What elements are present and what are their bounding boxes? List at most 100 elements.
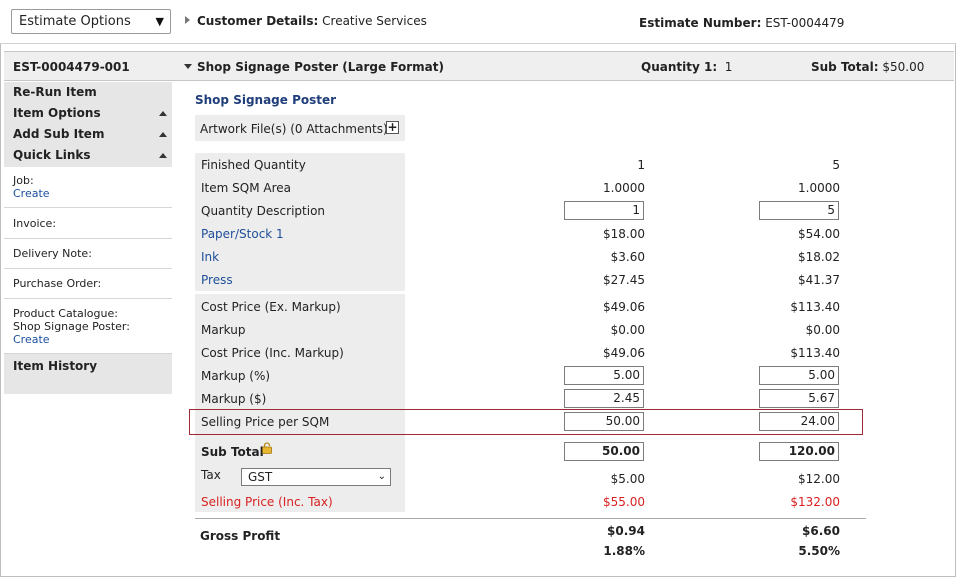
row-label: Tax <box>201 468 221 482</box>
sub-total-input-2[interactable]: 120.00 <box>759 442 839 461</box>
estimate-options-label: Estimate Options <box>19 14 131 29</box>
sidebar-rerun-label: Re-Run Item <box>13 85 97 99</box>
qty1-value: $49.06 <box>603 300 645 314</box>
customer-details[interactable]: Customer Details: Creative Services <box>197 14 427 28</box>
invoice-label: Invoice: <box>13 217 57 230</box>
qty2-value: $41.37 <box>798 273 840 287</box>
row-label: Quantity Description <box>201 204 326 218</box>
row-paper-stock: Paper/Stock 1 $18.00 $54.00 <box>172 222 956 245</box>
customer-details-value: Creative Services <box>322 14 427 28</box>
qty2-value: $132.00 <box>790 495 840 509</box>
qty1-value: $27.45 <box>603 273 645 287</box>
row-label: Markup <box>201 323 246 337</box>
gross-profit-label: Gross Profit <box>200 529 281 543</box>
markup-percent-input-1[interactable]: 5.00 <box>564 366 644 385</box>
item-quantity: Quantity 1: 1 <box>641 60 732 74</box>
item-subtotal: Sub Total: $50.00 <box>811 60 924 74</box>
qty1-value: $18.00 <box>603 227 645 241</box>
section-title: Shop Signage Poster <box>195 93 337 107</box>
row-label: Item SQM Area <box>201 181 291 195</box>
quick-link-job: Job: Create <box>4 167 172 208</box>
estimate-number: Estimate Number: EST-0004479 <box>639 16 844 30</box>
quick-link-product-catalogue: Product Catalogue: Shop Signage Poster: … <box>4 299 172 354</box>
sidebar-quick-links[interactable]: Quick Links <box>4 145 172 167</box>
sidebar-rerun-item[interactable]: Re-Run Item <box>4 82 172 103</box>
gross-profit-amount-2: $6.60 <box>802 524 840 538</box>
qty2-value: $0.00 <box>805 323 840 337</box>
row-label: Sub Total <box>201 445 264 459</box>
row-press: Press $27.45 $41.37 <box>172 268 956 291</box>
row-ink: Ink $3.60 $18.02 <box>172 245 956 268</box>
collapse-up-icon[interactable] <box>159 153 167 158</box>
paper-stock-link[interactable]: Paper/Stock 1 <box>201 227 284 241</box>
highlight-box <box>189 409 863 435</box>
collapse-up-icon[interactable] <box>159 111 167 116</box>
tax-select[interactable]: GST ⌄ <box>241 468 391 486</box>
row-label: Cost Price (Ex. Markup) <box>201 300 341 314</box>
item-header-bar: EST-0004479-001 Shop Signage Poster (Lar… <box>4 51 954 81</box>
row-finished-quantity: Finished Quantity 1 5 <box>172 153 956 176</box>
row-label: Markup (%) <box>201 369 271 383</box>
job-create-link[interactable]: Create <box>13 187 172 200</box>
qty1-value: $3.60 <box>610 250 645 264</box>
item-subtotal-label: Sub Total: <box>811 60 879 74</box>
item-subtotal-value: $50.00 <box>882 60 925 74</box>
job-label: Job: <box>13 174 34 187</box>
quick-link-invoice: Invoice: <box>4 208 172 239</box>
top-bar: Estimate Options ▼ Customer Details: Cre… <box>0 0 956 44</box>
qty1-value: $0.00 <box>610 323 645 337</box>
collapse-up-icon[interactable] <box>159 132 167 137</box>
add-artwork-button[interactable]: + <box>386 121 399 134</box>
sidebar-item-history[interactable]: Item History <box>4 354 172 394</box>
row-label: Finished Quantity <box>201 158 306 172</box>
row-cost-inc-markup: Cost Price (Inc. Markup) $49.06 $113.40 <box>172 341 956 364</box>
qty2-value: $18.02 <box>798 250 840 264</box>
item-quantity-value: 1 <box>724 60 733 74</box>
estimate-number-label: Estimate Number: <box>639 16 762 30</box>
product-create-link[interactable]: Create <box>13 333 172 346</box>
quick-link-delivery-note: Delivery Note: <box>4 239 172 269</box>
quick-link-purchase-order: Purchase Order: <box>4 269 172 299</box>
sidebar-item-options[interactable]: Item Options <box>4 103 172 124</box>
row-item-sqm-area: Item SQM Area 1.0000 1.0000 <box>172 176 956 199</box>
markup-dollar-input-2[interactable]: 5.67 <box>759 389 839 408</box>
main-panel: Shop Signage Poster Artwork File(s) (0 A… <box>172 82 956 577</box>
row-markup: Markup $0.00 $0.00 <box>172 318 956 341</box>
sidebar-add-sub-item-label: Add Sub Item <box>13 127 105 141</box>
divider <box>195 518 866 519</box>
sidebar-item-options-label: Item Options <box>13 106 101 120</box>
row-markup-percent: Markup (%) 5.00 5.00 <box>172 364 956 387</box>
estimate-options-dropdown[interactable]: Estimate Options ▼ <box>11 9 171 34</box>
chevron-down-icon: ⌄ <box>377 471 386 482</box>
qty1-value: 1.0000 <box>603 181 645 195</box>
sidebar-add-sub-item[interactable]: Add Sub Item <box>4 124 172 145</box>
row-cost-ex-markup: Cost Price (Ex. Markup) $49.06 $113.40 <box>172 295 956 318</box>
sidebar-quick-links-label: Quick Links <box>13 148 91 162</box>
press-link[interactable]: Press <box>201 273 233 287</box>
gross-profit-percent-1: 1.88% <box>603 544 645 558</box>
qty1-value: 1 <box>637 158 645 172</box>
item-collapse-icon[interactable] <box>184 64 192 69</box>
qty2-value: $54.00 <box>798 227 840 241</box>
item-code: EST-0004479-001 <box>13 60 130 74</box>
quantity-description-input-2[interactable]: 5 <box>759 201 839 220</box>
artwork-files-label: Artwork File(s) (0 Attachments) <box>200 122 388 136</box>
row-sub-total: Sub Total 50.00 120.00 <box>172 440 956 463</box>
item-name[interactable]: Shop Signage Poster (Large Format) <box>197 60 444 74</box>
quantity-description-input-1[interactable]: 1 <box>564 201 644 220</box>
markup-percent-input-2[interactable]: 5.00 <box>759 366 839 385</box>
lock-icon[interactable] <box>261 442 273 454</box>
qty2-value: $12.00 <box>798 472 840 486</box>
row-label: Selling Price (Inc. Tax) <box>201 495 333 509</box>
qty2-value: $113.40 <box>790 300 840 314</box>
qty1-value: $5.00 <box>610 472 645 486</box>
item-quantity-label: Quantity 1: <box>641 60 718 74</box>
qty2-value: $113.40 <box>790 346 840 360</box>
estimate-number-value: EST-0004479 <box>765 16 845 30</box>
customer-expand-icon[interactable] <box>185 16 190 24</box>
artwork-files: Artwork File(s) (0 Attachments) + <box>195 115 405 141</box>
product-catalogue-label: Product Catalogue: <box>13 307 118 320</box>
markup-dollar-input-1[interactable]: 2.45 <box>564 389 644 408</box>
sub-total-input-1[interactable]: 50.00 <box>564 442 644 461</box>
ink-link[interactable]: Ink <box>201 250 219 264</box>
